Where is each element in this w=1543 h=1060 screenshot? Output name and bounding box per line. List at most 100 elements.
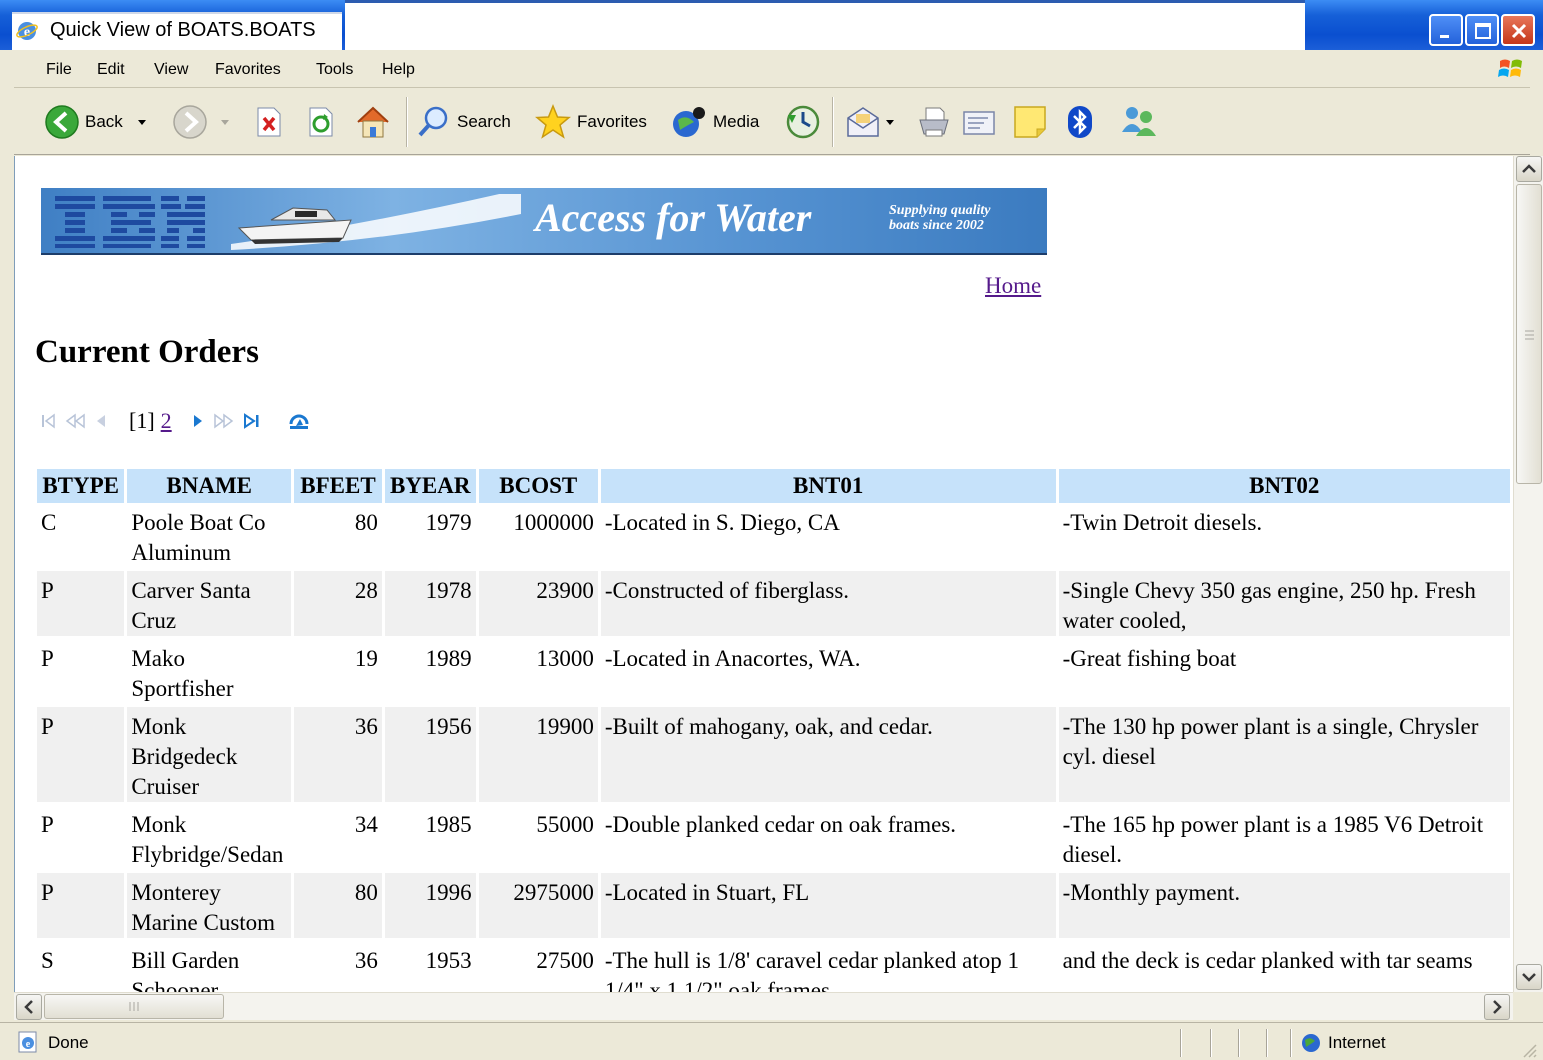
cell-bnt01: -Located in S. Diego, CA (599, 503, 1059, 571)
vertical-scrollbar[interactable] (1513, 156, 1543, 992)
menu-view[interactable]: View (154, 61, 188, 79)
scroll-thumb[interactable] (1516, 184, 1542, 484)
edit-button[interactable] (960, 103, 998, 141)
pagination: [1] 2 (39, 406, 312, 436)
scroll-left-button[interactable] (16, 994, 42, 1020)
security-zone: Internet (1328, 1033, 1386, 1052)
chevron-down-icon[interactable] (884, 116, 896, 128)
status-divider (1290, 1029, 1292, 1057)
column-header-bfeet[interactable]: BFEET (292, 469, 385, 503)
table-row: C Poole Boat Co Aluminum 80 1979 1000000… (37, 503, 1513, 571)
scroll-right-button[interactable] (1484, 994, 1510, 1020)
notes-button[interactable] (1012, 103, 1048, 141)
orders-table: BTYPE BNAME BFEET BYEAR BCOST BNT01 BNT0… (37, 469, 1513, 992)
cell-bnt01: -Located in Anacortes, WA. (599, 637, 1059, 707)
resize-grip-icon[interactable] (1520, 1041, 1538, 1059)
horizontal-scrollbar[interactable] (14, 992, 1513, 1020)
cell-byear: 1979 (383, 503, 479, 571)
page-2-link[interactable]: 2 (161, 408, 172, 434)
printer-icon (919, 107, 949, 137)
cell-byear: 1996 (383, 871, 479, 941)
banner-tagline-line2: boats since 2002 (889, 218, 984, 233)
grip-icon (129, 1002, 139, 1011)
cell-bcost: 55000 (477, 803, 601, 873)
messenger-button[interactable] (1118, 103, 1160, 141)
menu-tools[interactable]: Tools (316, 61, 353, 79)
search-button[interactable]: Search (416, 103, 511, 141)
menu-favorites[interactable]: Favorites (215, 61, 281, 79)
status-divider (1210, 1029, 1212, 1057)
cell-bnt02: -The 165 hp power plant is a 1985 V6 Det… (1057, 803, 1513, 873)
page-title: Current Orders (35, 334, 259, 370)
menu-help[interactable]: Help (382, 61, 415, 79)
cell-btype: P (37, 569, 128, 639)
refresh-data-icon[interactable] (286, 410, 312, 432)
cell-btype: P (37, 803, 128, 873)
window-title: Quick View of BOATS.BOATS (50, 19, 316, 41)
menu-file[interactable]: File (46, 61, 72, 79)
mail-button[interactable] (844, 103, 896, 141)
minimize-button[interactable] (1429, 14, 1463, 46)
title-bar: e Quick View of BOATS.BOATS (0, 0, 1543, 50)
cell-bname: Poole Boat Co Aluminum (125, 503, 295, 571)
star-icon (535, 104, 571, 139)
cell-bcost: 13000 (477, 637, 601, 707)
column-header-bnt01[interactable]: BNT01 (599, 469, 1059, 503)
cell-bname: Carver Santa Cruz (125, 569, 295, 639)
back-label: Back (85, 112, 123, 131)
cell-bfeet: 19 (292, 637, 385, 707)
table-row: P Mako Sportfisher 19 1989 13000 -Locate… (37, 637, 1513, 707)
bluetooth-icon (1068, 106, 1092, 138)
column-header-bname[interactable]: BNAME (125, 469, 295, 503)
last-page-icon[interactable] (242, 411, 262, 431)
close-icon (1511, 23, 1527, 39)
refresh-button[interactable] (306, 103, 336, 141)
media-label: Media (713, 112, 760, 131)
windows-logo-icon (1498, 59, 1522, 77)
status-text: Done (48, 1033, 89, 1052)
column-header-bnt02[interactable]: BNT02 (1057, 469, 1513, 503)
chevron-left-icon (24, 1000, 33, 1014)
forward-button[interactable] (172, 103, 232, 141)
banner-tagline-line1: Supplying quality (889, 203, 991, 218)
column-header-bcost[interactable]: BCOST (477, 469, 601, 503)
boat-image (231, 194, 521, 250)
stop-button[interactable] (254, 103, 284, 141)
back-button[interactable]: Back (44, 103, 149, 141)
media-button[interactable]: Media (670, 103, 759, 141)
cell-bcost: 1000000 (477, 503, 601, 571)
home-icon (357, 106, 389, 138)
favorites-button[interactable]: Favorites (534, 103, 647, 141)
scroll-thumb[interactable] (44, 994, 224, 1019)
status-divider (1238, 1029, 1240, 1057)
cell-bname: Monk Bridgedeck Cruiser (125, 705, 295, 805)
chevron-down-icon[interactable] (218, 115, 232, 129)
column-header-byear[interactable]: BYEAR (383, 469, 479, 503)
next-page-icon[interactable] (190, 411, 206, 431)
history-button[interactable] (784, 103, 822, 141)
cell-byear: 1978 (383, 569, 479, 639)
chevron-down-icon[interactable] (135, 115, 149, 129)
menu-edit[interactable]: Edit (97, 61, 125, 79)
cell-bnt01: -Constructed of fiberglass. (599, 569, 1059, 639)
page-done-icon: e (18, 1031, 37, 1053)
search-label: Search (457, 112, 511, 131)
print-button[interactable] (916, 103, 952, 141)
scroll-down-button[interactable] (1516, 964, 1542, 990)
maximize-button[interactable] (1465, 14, 1499, 46)
refresh-icon (309, 107, 333, 137)
cell-bfeet: 28 (292, 569, 385, 639)
scroll-up-button[interactable] (1516, 156, 1542, 182)
cell-bfeet: 34 (292, 803, 385, 873)
bluetooth-button[interactable] (1066, 103, 1094, 141)
banner: Access for Water Supplying quality boats… (41, 188, 1047, 255)
cell-bnt02: and the deck is cedar planked with tar s… (1057, 939, 1513, 992)
minimize-icon (1440, 35, 1449, 38)
close-button[interactable] (1501, 14, 1535, 46)
history-icon (786, 105, 820, 139)
home-button[interactable] (354, 103, 392, 141)
column-header-btype[interactable]: BTYPE (37, 469, 128, 503)
home-link[interactable]: Home (985, 273, 1041, 299)
cell-bfeet: 36 (292, 705, 385, 805)
cell-bnt01: -Built of mahogany, oak, and cedar. (599, 705, 1059, 805)
